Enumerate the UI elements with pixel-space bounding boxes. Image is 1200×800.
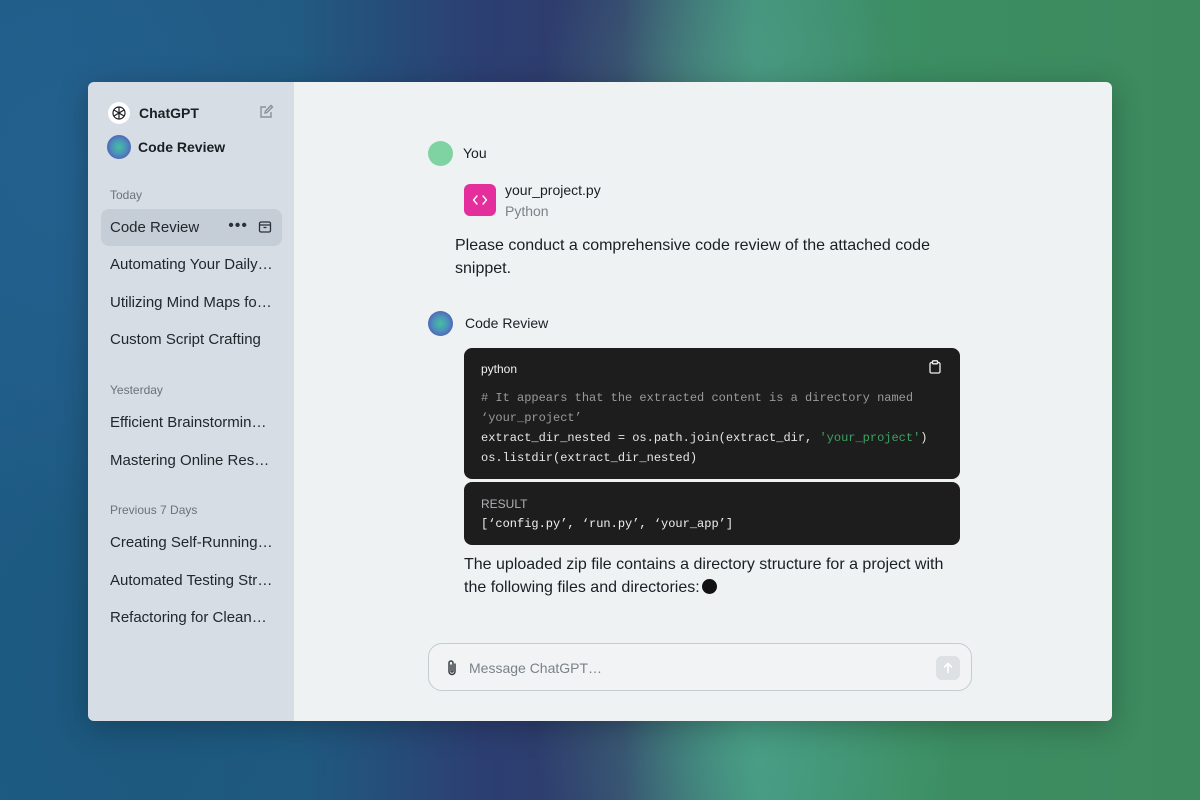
- openai-logo-icon: [108, 102, 130, 124]
- assistant-avatar: [428, 311, 453, 336]
- assistant-message: The uploaded zip file contains a directo…: [464, 553, 964, 599]
- new-chat-icon[interactable]: [258, 104, 276, 122]
- sidebar-header[interactable]: ChatGPT: [108, 102, 276, 124]
- code-comment: # It appears that the extracted content …: [481, 391, 914, 405]
- sidebar-item-label: Efficient Brainstorming Techniques: [110, 414, 274, 431]
- sidebar-item-code-review[interactable]: Code Review •••: [101, 209, 282, 246]
- section-label-previous-7-days: Previous 7 Days: [110, 503, 198, 517]
- code-block: python # It appears that the extracted c…: [464, 348, 960, 479]
- user-message: Please conduct a comprehensive code revi…: [455, 237, 930, 277]
- sidebar-item-mind-maps[interactable]: Utilizing Mind Maps for Planning: [101, 284, 282, 321]
- user-name: You: [463, 145, 487, 161]
- message-input[interactable]: [467, 644, 921, 692]
- sidebar-item-online-research[interactable]: Mastering Online Research: [101, 442, 282, 479]
- archive-icon[interactable]: [258, 220, 272, 234]
- code-content: # It appears that the extracted content …: [481, 388, 946, 468]
- result-label: RESULT: [481, 497, 528, 511]
- section-label-yesterday: Yesterday: [110, 383, 163, 397]
- streaming-cursor-icon: [701, 579, 717, 594]
- result-value: [‘config.py’, ‘run.py’, ‘your_app’]: [481, 517, 734, 531]
- sidebar-item-self-running[interactable]: Creating Self-Running Scripts: [101, 524, 282, 561]
- sidebar-item-label: Mastering Online Research: [110, 452, 274, 469]
- sidebar-item-label: Automated Testing Strategies: [110, 572, 274, 589]
- gpt-name: Code Review: [138, 139, 226, 155]
- sidebar-item-label: Refactoring for Cleaner Code: [110, 609, 274, 626]
- code-line: ): [920, 431, 928, 445]
- code-comment: ‘your_project’: [481, 411, 582, 425]
- sidebar-item-automating[interactable]: Automating Your Daily Tasks: [101, 246, 282, 283]
- send-button[interactable]: [936, 656, 960, 680]
- section-label-today: Today: [110, 188, 143, 202]
- sidebar-item-automated-testing[interactable]: Automated Testing Strategies: [101, 562, 282, 599]
- sidebar-item-label: Creating Self-Running Scripts: [110, 534, 274, 551]
- assistant-name: Code Review: [465, 315, 549, 331]
- conversation-pane: You your_project.py Python Please conduc…: [294, 82, 1112, 721]
- code-string: 'your_project': [819, 431, 921, 445]
- sidebar-item-refactoring[interactable]: Refactoring for Cleaner Code: [101, 599, 282, 636]
- composer: [428, 643, 972, 692]
- arrow-up-icon: [943, 662, 953, 674]
- code-line: extract_dir_nested = os.path.join(extrac…: [481, 431, 820, 445]
- sidebar-item-custom-script[interactable]: Custom Script Crafting: [101, 321, 282, 358]
- sidebar-item-label: Custom Script Crafting: [110, 331, 261, 348]
- code-brackets-icon[interactable]: [464, 184, 496, 216]
- copy-icon[interactable]: [929, 360, 943, 376]
- code-language: python: [481, 362, 518, 376]
- attachment-file-name[interactable]: your_project.py: [505, 182, 601, 198]
- user-avatar: [428, 141, 453, 166]
- attachment-file-type: Python: [505, 203, 549, 219]
- sidebar-item-label: Automating Your Daily Tasks: [110, 256, 274, 273]
- code-line: os.listdir(extract_dir_nested): [481, 451, 698, 465]
- chat-window: ChatGPT Code Review Today Code Review ••…: [88, 82, 1112, 721]
- more-options-icon[interactable]: •••: [228, 218, 248, 234]
- gpt-avatar: [107, 135, 131, 159]
- sidebar-item-brainstorming[interactable]: Efficient Brainstorming Techniques: [101, 404, 282, 441]
- gpt-shortcut[interactable]: Code Review: [107, 135, 225, 159]
- paperclip-icon[interactable]: [445, 659, 459, 677]
- result-block: RESULT [‘config.py’, ‘run.py’, ‘your_app…: [464, 482, 960, 545]
- sidebar-item-label: Code Review: [110, 219, 200, 236]
- sidebar-item-label: Utilizing Mind Maps for Planning: [110, 294, 274, 311]
- sidebar: ChatGPT Code Review Today Code Review ••…: [88, 82, 294, 721]
- app-name: ChatGPT: [139, 105, 199, 121]
